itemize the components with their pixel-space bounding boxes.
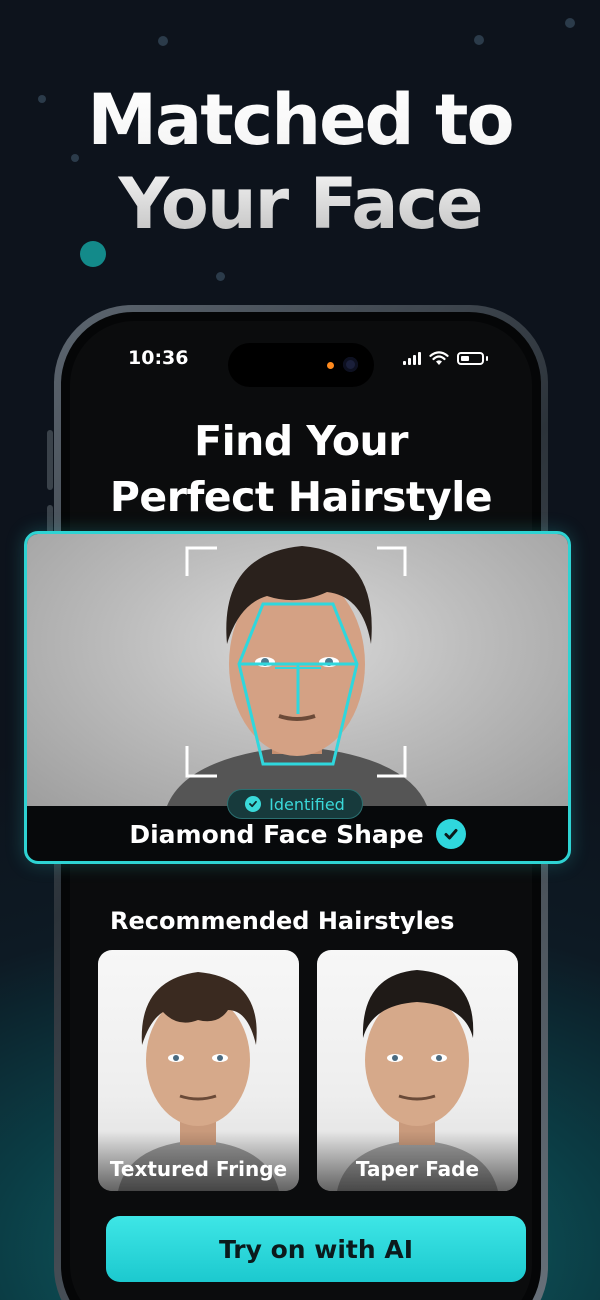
camera-icon <box>343 357 358 372</box>
face-analysis-card: Identified Diamond Face Shape <box>24 531 571 864</box>
hairstyle-card[interactable]: Textured Fringe <box>98 950 299 1191</box>
battery-icon <box>457 352 484 365</box>
identified-badge: Identified <box>227 789 363 819</box>
battery-tip <box>486 356 488 361</box>
decorative-dot <box>565 18 575 28</box>
hairstyle-card[interactable]: Taper Fade <box>317 950 518 1191</box>
face-scan-image <box>167 546 427 806</box>
wifi-icon <box>429 351 449 365</box>
screen-title: Find Your Perfect Hairstyle <box>70 413 532 525</box>
cellular-signal-icon <box>403 352 421 365</box>
decorative-dot <box>474 35 484 45</box>
status-time: 10:36 <box>128 347 189 369</box>
hero-title-line2: Your Face <box>118 163 482 245</box>
decorative-dot <box>216 272 225 281</box>
hero-title: Matched to Your Face <box>0 78 600 246</box>
face-shape-result: Diamond Face Shape <box>27 819 568 849</box>
face-scan-photo <box>27 534 568 806</box>
status-icons <box>403 351 488 366</box>
hairstyle-label: Taper Fade <box>317 1131 518 1191</box>
dynamic-island <box>228 343 374 387</box>
decorative-dot <box>158 36 168 46</box>
hero-title-line1: Matched to <box>87 79 513 161</box>
check-circle-icon <box>245 796 262 812</box>
privacy-indicator-icon <box>327 362 334 369</box>
face-shape-label: Diamond Face Shape <box>129 819 424 849</box>
check-circle-icon <box>435 819 466 849</box>
phone-side-button <box>47 430 53 490</box>
hairstyle-label: Textured Fringe <box>98 1131 299 1191</box>
identified-label: Identified <box>269 794 345 814</box>
try-on-ai-button[interactable]: Try on with AI <box>106 1216 526 1282</box>
screen-title-line1: Find Your <box>194 417 408 465</box>
recommended-heading: Recommended Hairstyles <box>110 907 455 935</box>
screen-title-line2: Perfect Hairstyle <box>109 473 493 521</box>
